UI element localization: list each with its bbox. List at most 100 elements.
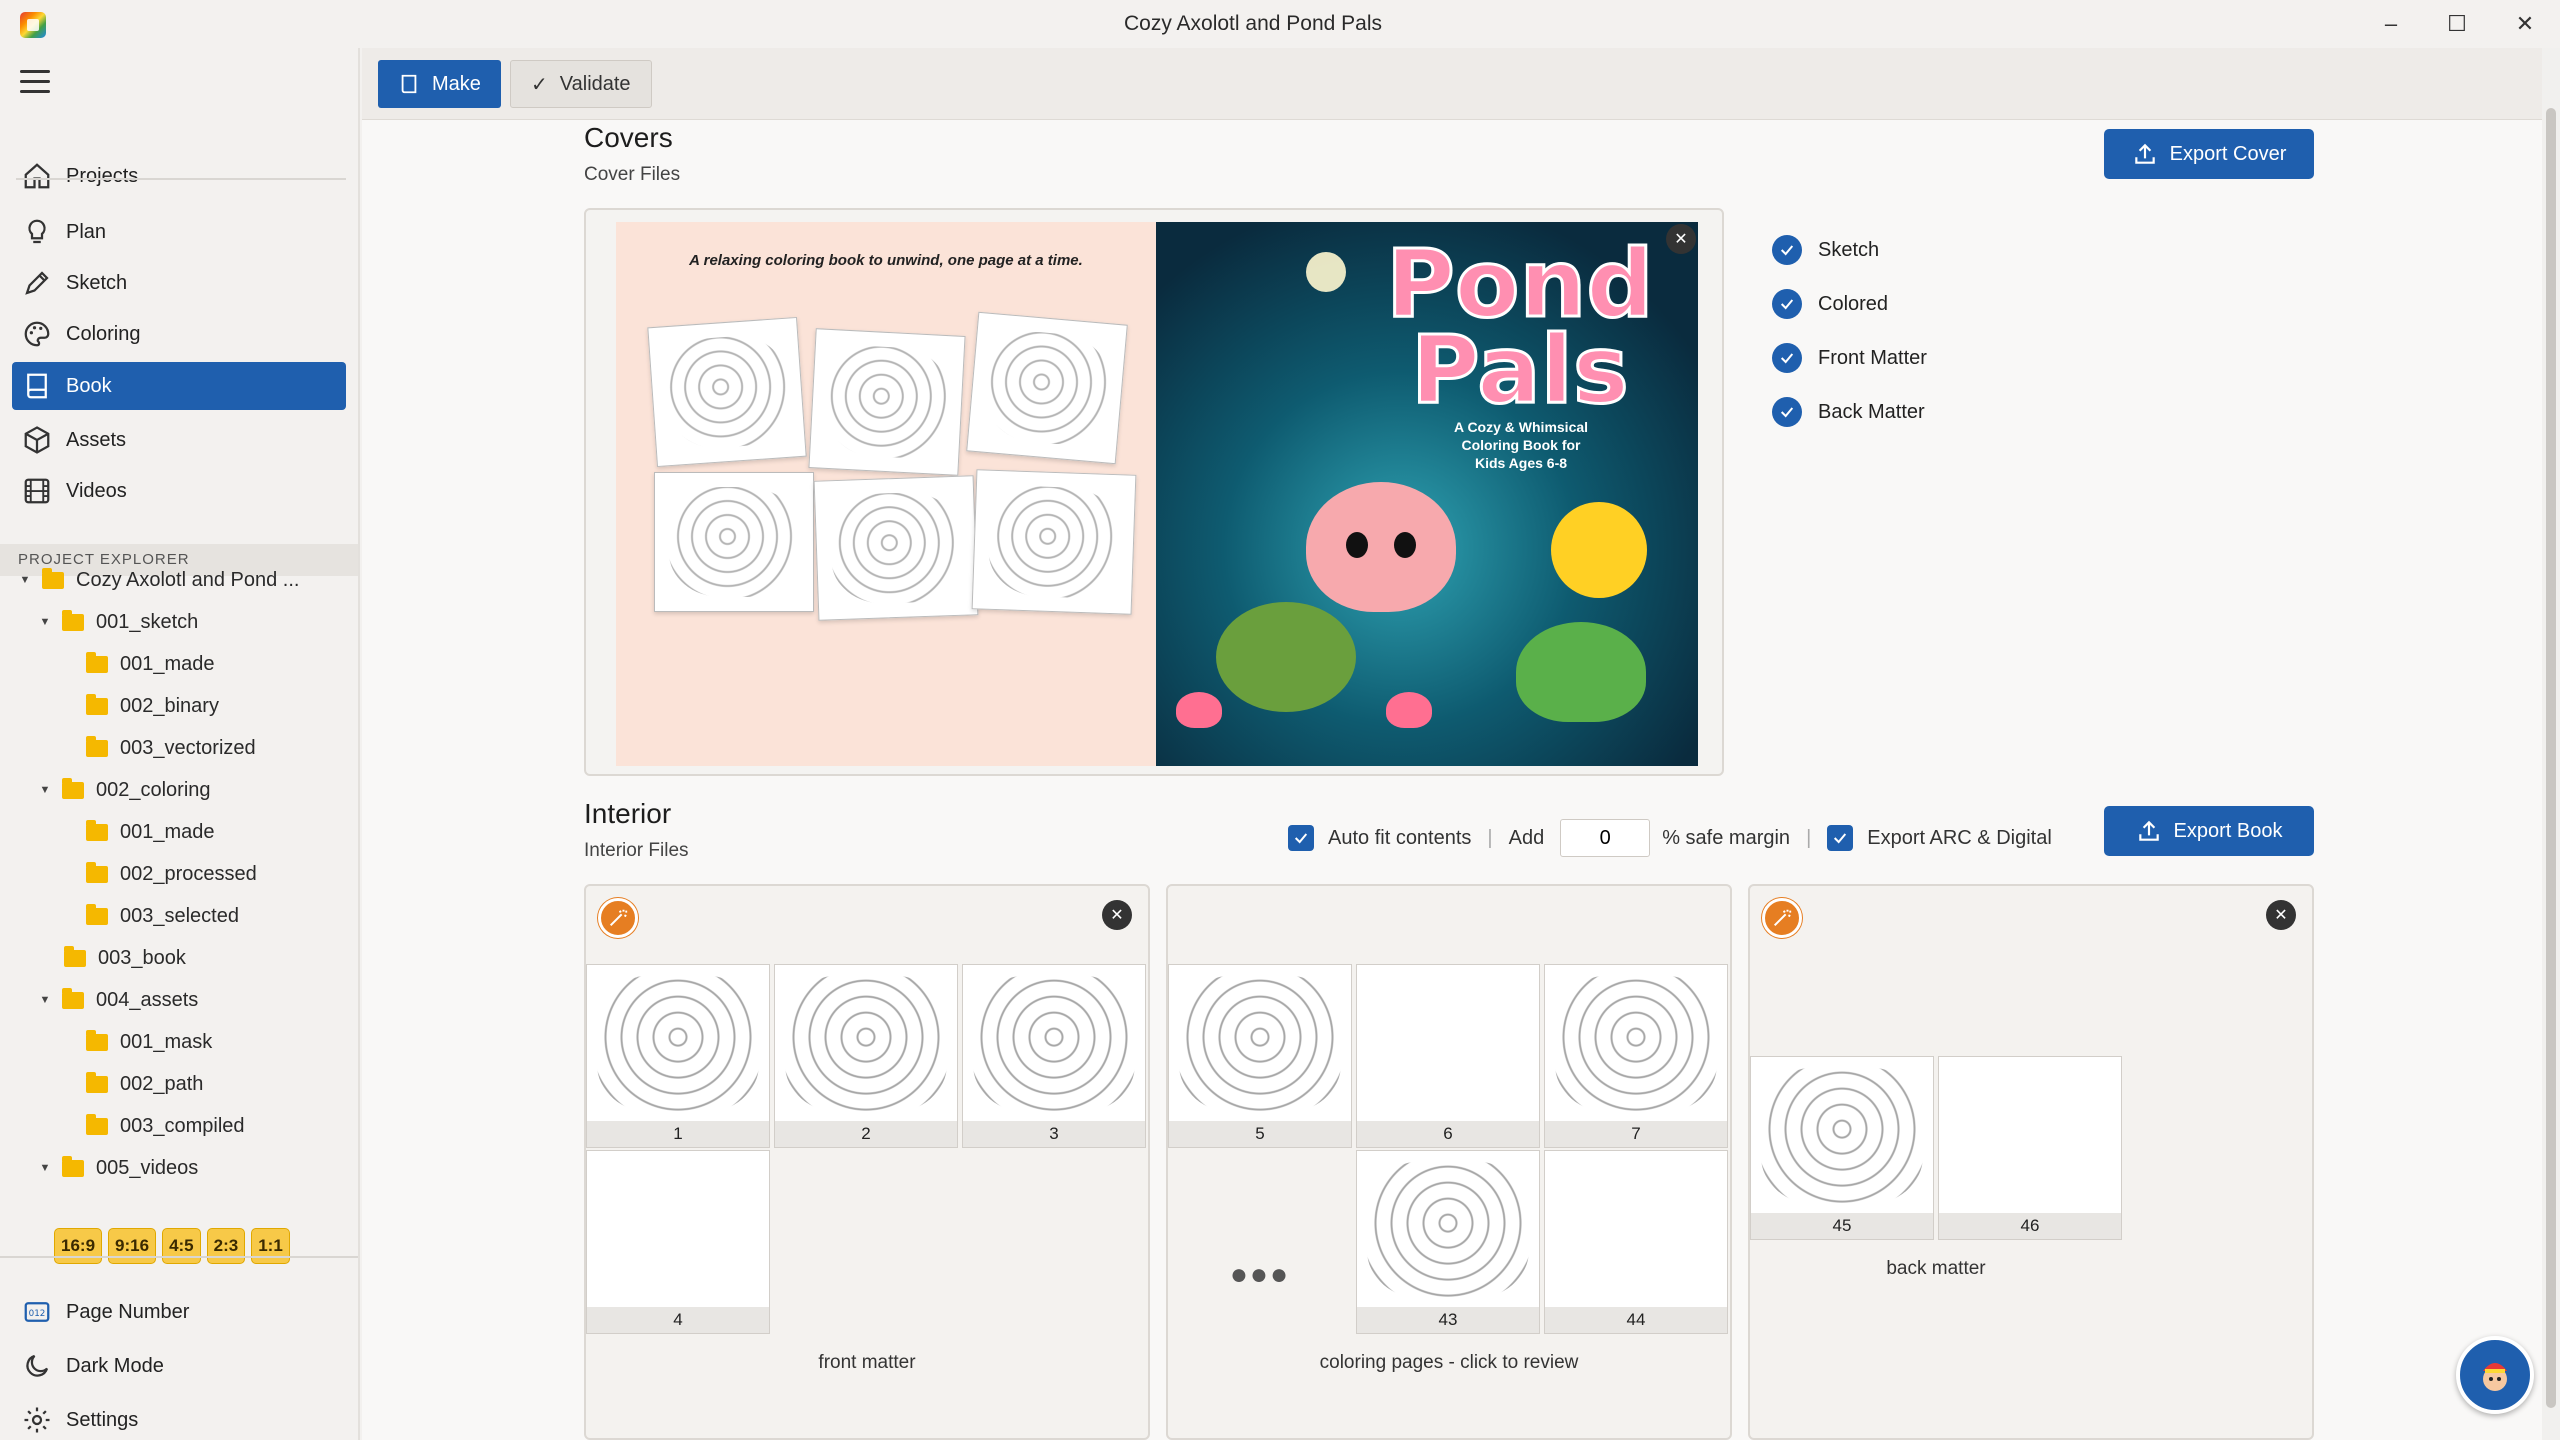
remove-cover-button[interactable]: ✕ [1666,224,1696,254]
tree-item-project-root[interactable]: ▼ Cozy Axolotl and Pond ... [16,562,299,598]
export-arc-label: Export ARC & Digital [1867,826,2052,849]
export-book-button[interactable]: Export Book [2104,806,2314,856]
folder-icon [62,987,84,1009]
page-number: 5 [1169,1121,1351,1147]
folder-icon [86,735,108,757]
tree-label: 002_binary [120,694,219,717]
caret-down-icon[interactable]: ▼ [16,574,34,586]
tree-item-001-mask[interactable]: 001_mask [86,1024,212,1060]
page-thumbnail[interactable]: 44 [1544,1150,1728,1334]
nav-item-book[interactable]: Book [12,362,346,410]
ratio-chip-1-1[interactable]: 1:1 [251,1228,290,1264]
nav-item-plan[interactable]: Plan [12,208,346,256]
upload-icon [2138,820,2159,841]
main-scrollbar[interactable] [2542,48,2560,1440]
make-button[interactable]: Make [378,60,501,108]
tree-label: 001_made [120,652,215,675]
tree-item-004-assets[interactable]: ▼ 004_assets [36,982,198,1018]
validate-button[interactable]: ✓ Validate [510,60,652,108]
tree-item-002-processed[interactable]: 002_processed [86,856,257,892]
folder-icon [86,819,108,841]
cover-preview[interactable]: A relaxing coloring book to unwind, one … [584,208,1724,776]
tree-label: Cozy Axolotl and Pond ... [76,568,300,591]
front-cover-title-line2: Pals [1409,316,1630,425]
sidebar: Projects Plan Sketch Coloring Book Asset… [0,48,360,1440]
front-cover-title: Pond Pals [1385,236,1656,419]
nav-item-page-number[interactable]: 012 Page Number [12,1288,346,1336]
ratio-chip-16-9[interactable]: 16:9 [54,1228,103,1264]
sidebar-bottom-divider [0,1256,358,1258]
page-thumbnail[interactable]: 45 [1750,1056,1934,1240]
assistant-avatar-button[interactable] [2456,1336,2534,1414]
tree-label: 001_mask [120,1030,213,1053]
tree-label: 002_processed [120,862,257,885]
remove-back-matter-button[interactable]: ✕ [2266,900,2296,930]
page-thumbnail[interactable]: 6 [1356,964,1540,1148]
tree-item-002-coloring[interactable]: ▼ 002_coloring [36,772,211,808]
scrollbar-thumb[interactable] [2546,108,2556,1408]
ratio-chip-2-3[interactable]: 2:3 [206,1228,246,1264]
ratio-chip-9-16[interactable]: 9:16 [108,1228,157,1264]
nav-item-coloring[interactable]: Coloring [12,310,346,358]
caret-down-icon[interactable]: ▼ [36,994,54,1006]
tree-item-002-path[interactable]: 002_path [86,1066,203,1102]
front-matter-panel[interactable]: ✕ 1 2 3 4 front matter [584,884,1150,1440]
tree-item-003-book[interactable]: 003_book [64,940,186,976]
tree-item-005-videos[interactable]: ▼ 005_videos [36,1150,198,1186]
validate-label: Validate [559,72,631,95]
caret-down-icon[interactable]: ▼ [36,784,54,796]
magic-wand-icon[interactable] [1762,898,1802,938]
nav-item-settings[interactable]: Settings [12,1396,346,1440]
tree-item-001-sketch[interactable]: ▼ 001_sketch [36,604,198,640]
check-label: Sketch [1818,238,1880,261]
turtle-illustration [1216,602,1356,712]
page-thumbnail[interactable]: 7 [1544,964,1728,1148]
page-thumbnail[interactable]: 4 [586,1150,770,1334]
tree-item-003-compiled[interactable]: 003_compiled [86,1108,245,1144]
page-thumbnail[interactable]: 43 [1356,1150,1540,1334]
separator: | [1806,826,1812,849]
tree-label: 003_book [98,946,186,969]
nav-label: Videos [66,479,127,502]
remove-front-matter-button[interactable]: ✕ [1102,900,1132,930]
check-label: Colored [1818,292,1889,315]
export-cover-button[interactable]: Export Cover [2104,129,2314,179]
add-label: Add [1508,826,1545,849]
nav-item-projects[interactable]: Projects [12,152,346,200]
coloring-pages-panel[interactable]: 5 6 7 ●●● 43 44 coloring pages - click t… [1166,884,1732,1440]
tree-item-001-made[interactable]: 001_made [86,814,215,850]
caret-down-icon[interactable]: ▼ [36,1162,54,1174]
magic-wand-icon[interactable] [598,898,638,938]
page-art [973,975,1135,1113]
upload-icon [2134,143,2155,164]
coloring-page-thumbnail [971,469,1137,615]
tree-item-003-selected[interactable]: 003_selected [86,898,239,934]
page-number: 43 [1357,1307,1539,1333]
main-content: Covers Cover Files Export Cover A relaxi… [362,120,2542,1440]
tree-item-002-binary[interactable]: 002_binary [86,688,219,724]
minimize-button[interactable]: – [2356,0,2426,48]
hamburger-menu-icon[interactable] [20,70,50,93]
nav-item-assets[interactable]: Assets [12,416,346,464]
check-circle-icon [1772,235,1802,265]
ratio-chip-4-5[interactable]: 4:5 [162,1228,201,1264]
caret-down-icon[interactable]: ▼ [36,616,54,628]
page-thumbnail[interactable]: 3 [962,964,1146,1148]
tree-item-003-vectorized[interactable]: 003_vectorized [86,730,256,766]
safe-margin-input[interactable] [1560,819,1651,857]
nav-item-dark-mode[interactable]: Dark Mode [12,1342,346,1390]
maximize-button[interactable]: ☐ [2422,0,2492,48]
export-arc-checkbox[interactable] [1827,825,1854,851]
tree-item-001-made[interactable]: 001_made [86,646,215,682]
auto-fit-checkbox[interactable] [1288,825,1314,851]
page-thumbnail[interactable]: 1 [586,964,770,1148]
page-art [1179,975,1341,1113]
page-thumbnail[interactable]: 46 [1938,1056,2122,1240]
nav-item-videos[interactable]: Videos [12,467,346,515]
page-art [785,975,947,1113]
back-matter-panel[interactable]: ✕ 45 46 back matter [1748,884,2314,1440]
close-window-button[interactable]: ✕ [2490,0,2560,48]
page-thumbnail[interactable]: 2 [774,964,958,1148]
nav-item-sketch[interactable]: Sketch [12,259,346,307]
page-thumbnail[interactable]: 5 [1168,964,1352,1148]
